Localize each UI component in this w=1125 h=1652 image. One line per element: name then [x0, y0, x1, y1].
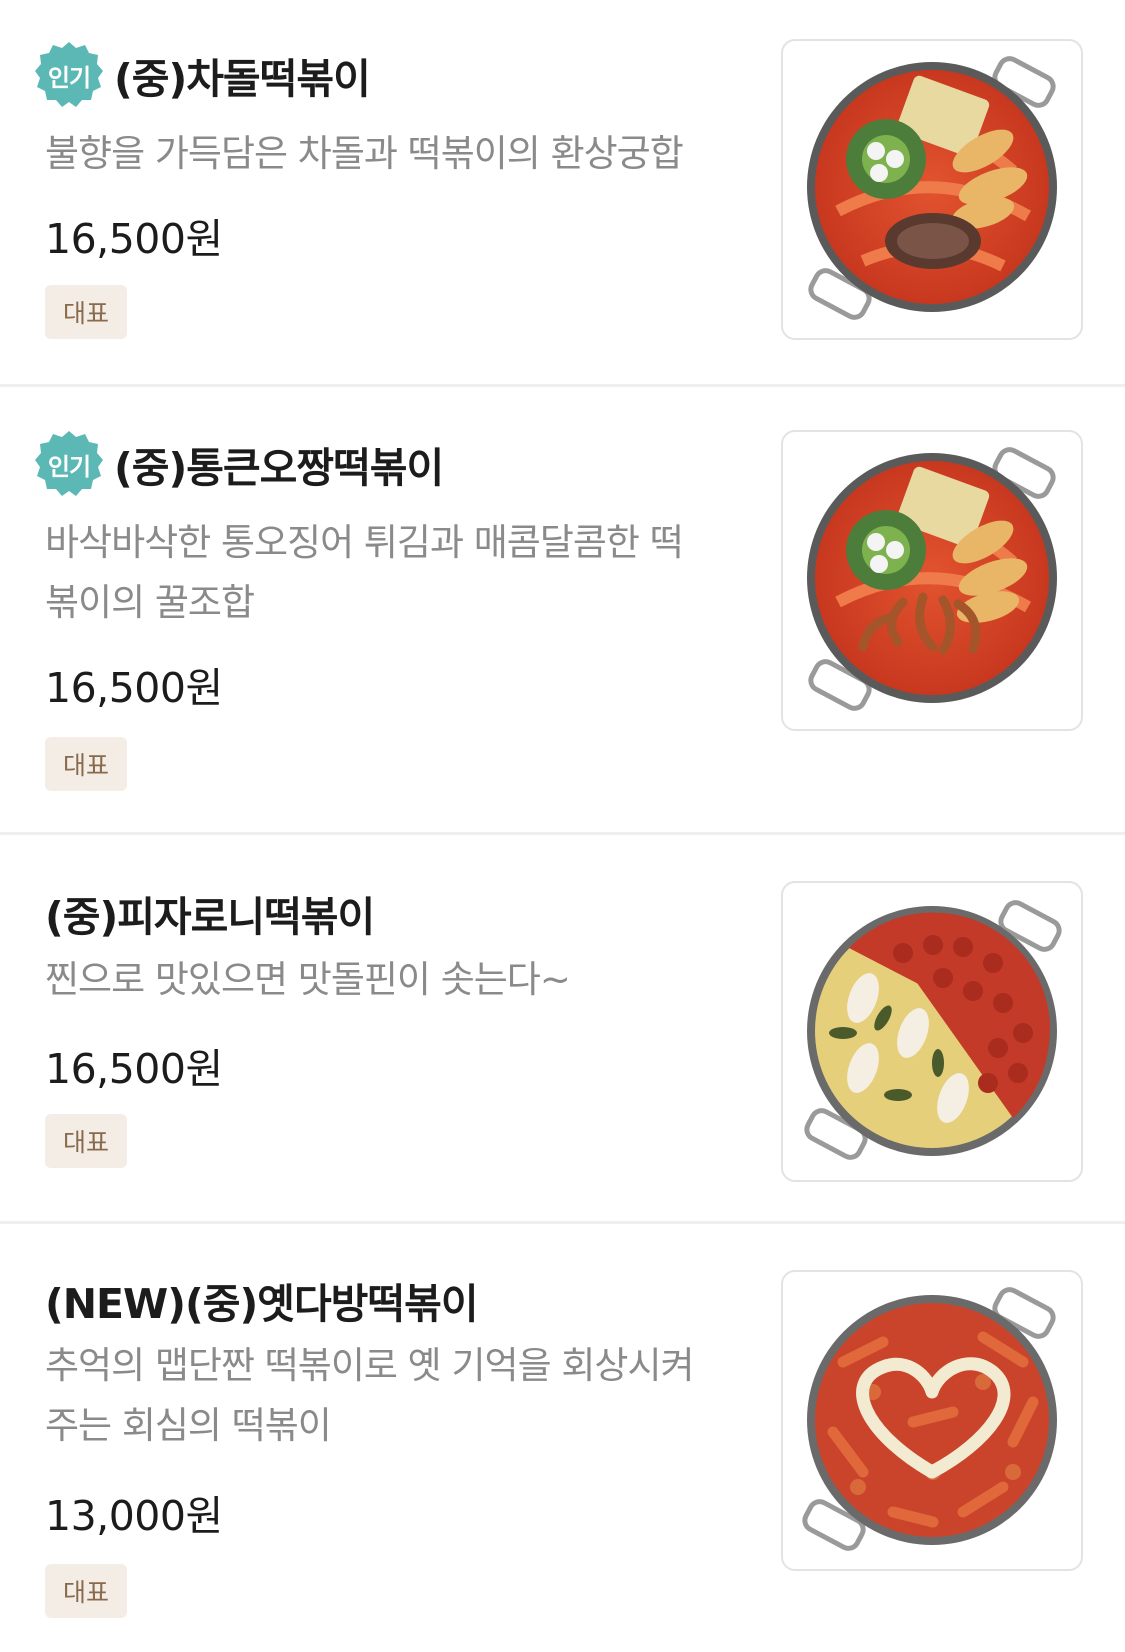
menu-item-description: 추억의 맵단짠 떡볶이로 옛 기억을 회상시켜 주는 회심의 떡볶이: [45, 1344, 695, 1447]
menu-item[interactable]: 인기 (중)통큰오짱떡볶이 바삭바삭한 통오징어 튀김과 매콤달콤한 떡 볶이의…: [0, 387, 1125, 833]
menu-item-name: (중)차돌떡볶이: [114, 55, 371, 103]
menu-item[interactable]: 인기 (중)차돌떡볶이 불향을 가득담은 차돌과 떡볶이의 환상궁합 16,50…: [0, 0, 1125, 385]
squid-tteokbokki-photo-icon[interactable]: [781, 430, 1083, 731]
popular-badge: 인기: [34, 40, 104, 110]
menu-item-price: 16,500원: [45, 1045, 223, 1093]
menu-item-description: 찐으로 맛있으면 맛돌핀이 솟는다~: [45, 958, 571, 1001]
heart-mayo-tteokbokki-photo-icon[interactable]: [781, 1270, 1083, 1571]
signature-tag: 대표: [45, 285, 127, 339]
menu-item-title-row: 인기 (중)차돌떡볶이: [34, 40, 371, 110]
signature-tag: 대표: [45, 737, 127, 791]
menu-item-price: 16,500원: [45, 664, 223, 712]
menu-item-description: 불향을 가득담은 차돌과 떡볶이의 환상궁합: [45, 132, 684, 175]
signature-tag: 대표: [45, 1114, 127, 1168]
menu-item-name: (중)피자로니떡볶이: [45, 893, 375, 941]
menu-item-name: (중)통큰오짱떡볶이: [114, 444, 444, 492]
menu-item[interactable]: (중)피자로니떡볶이 찐으로 맛있으면 맛돌핀이 솟는다~ 16,500원 대표: [0, 835, 1125, 1222]
menu-item-description: 바삭바삭한 통오징어 튀김과 매콤달콤한 떡 볶이의 꿀조합: [45, 521, 684, 624]
popular-badge: 인기: [34, 429, 104, 499]
menu-item-title-row: (중)피자로니떡볶이: [45, 883, 375, 943]
menu-item-price: 13,000원: [45, 1492, 223, 1540]
menu-item-title-row: 인기 (중)통큰오짱떡볶이: [34, 429, 444, 499]
menu-item[interactable]: (NEW)(중)옛다방떡볶이 추억의 맵단짠 떡볶이로 옛 기억을 회상시켜 주…: [0, 1224, 1125, 1652]
menu-item-name: (NEW)(중)옛다방떡볶이: [45, 1280, 479, 1328]
pizza-pepperoni-tteokbokki-photo-icon[interactable]: [781, 881, 1083, 1182]
menu-item-title-row: (NEW)(중)옛다방떡볶이: [45, 1270, 479, 1330]
menu-item-price: 16,500원: [45, 215, 223, 263]
chadol-tteokbokki-photo-icon[interactable]: [781, 39, 1083, 340]
signature-tag: 대표: [45, 1564, 127, 1618]
